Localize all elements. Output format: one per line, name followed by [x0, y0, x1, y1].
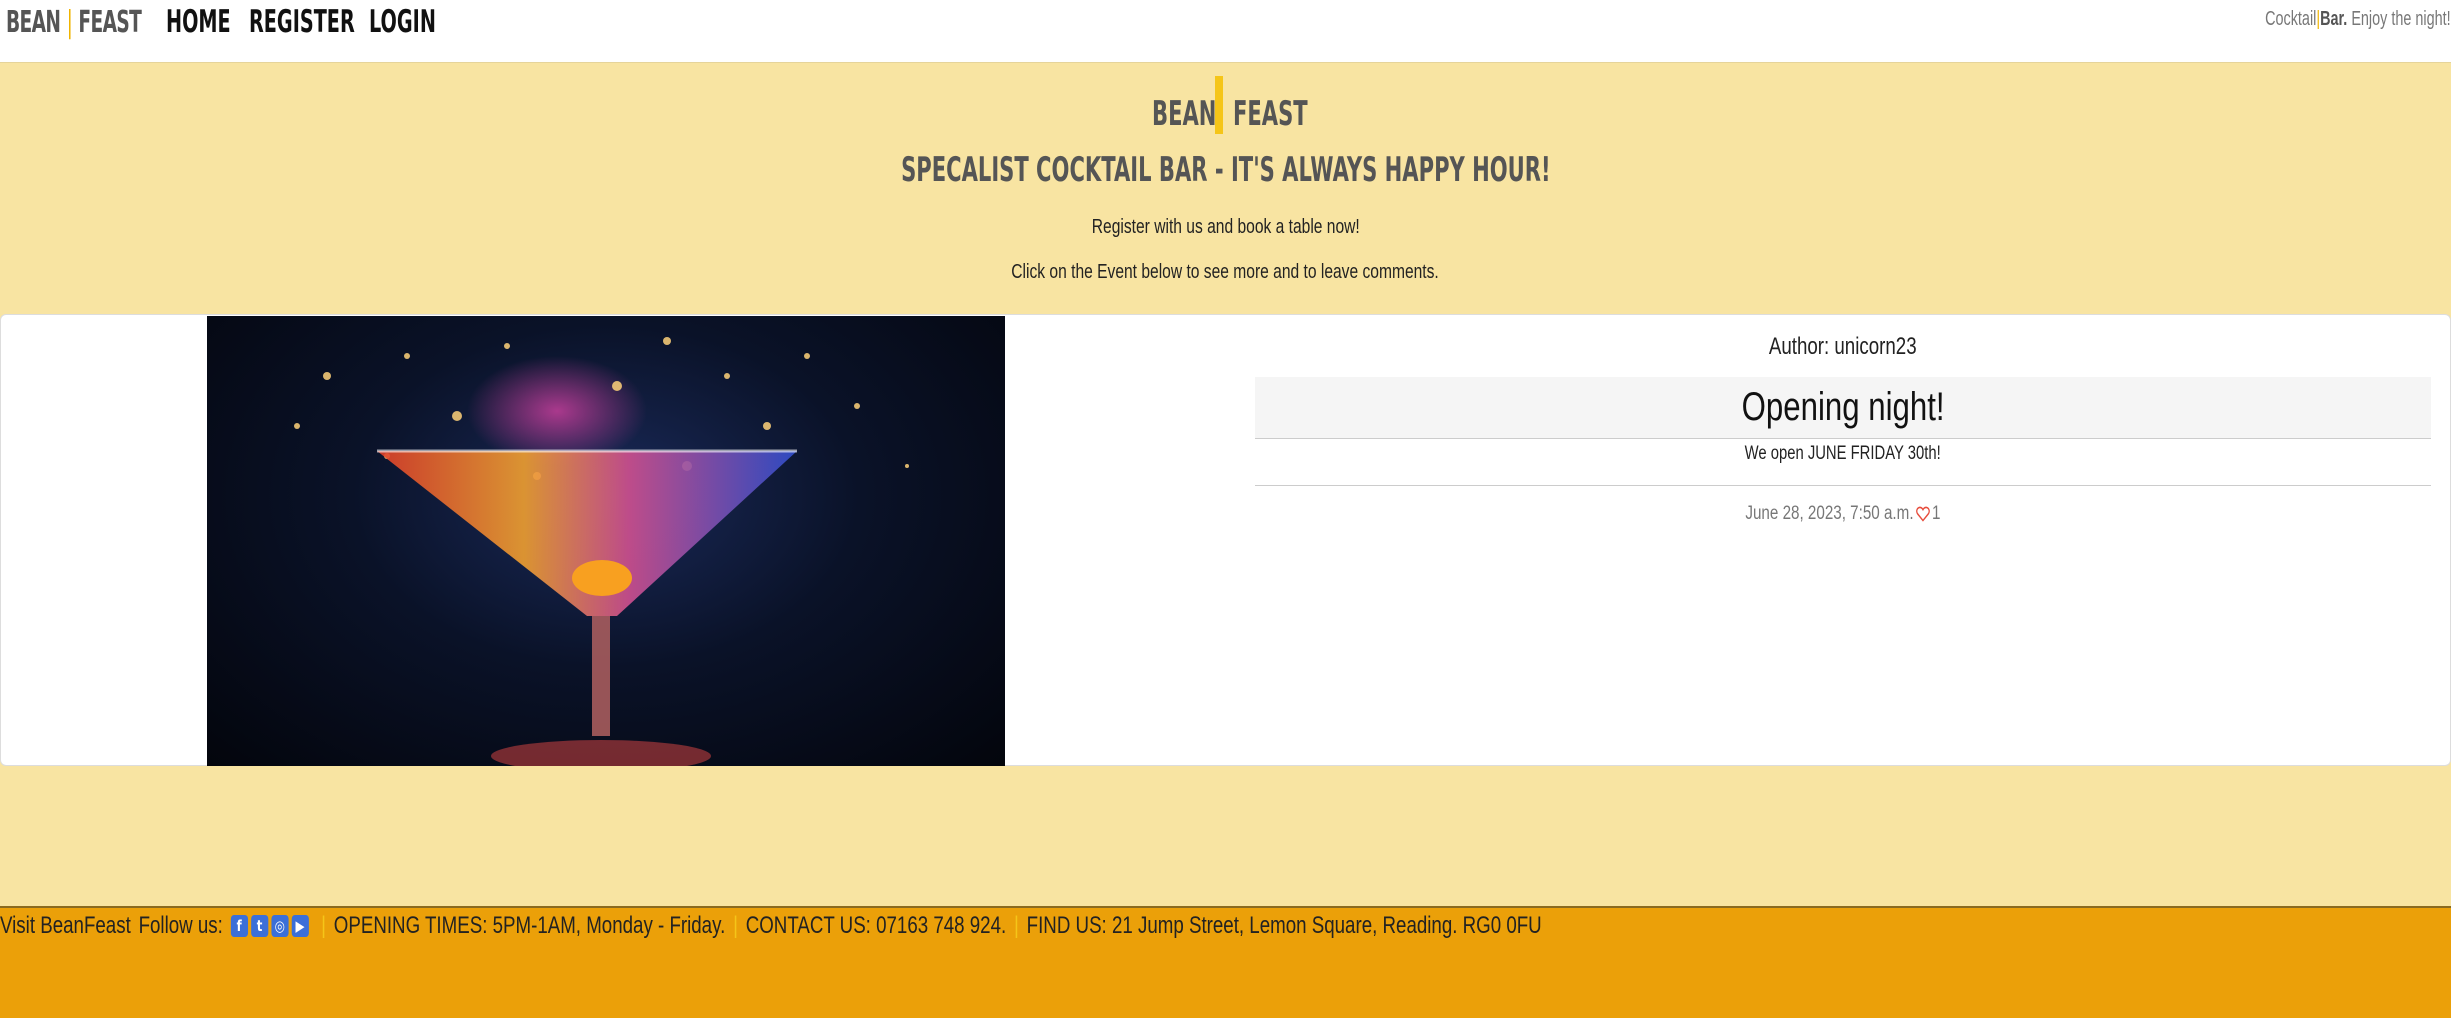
- post-excerpt: We open JUNE FRIDAY 30th!: [1255, 443, 2431, 465]
- post-likes-count: 1: [1932, 503, 1941, 524]
- twitter-icon[interactable]: t: [250, 915, 269, 937]
- hero-subtitle: SPECALIST COCKTAIL BAR - IT'S ALWAYS HAP…: [0, 150, 2451, 190]
- post-author-text: Author: unicorn23: [1769, 333, 1917, 360]
- hero-line-2: Click on the Event below to see more and…: [1011, 261, 1440, 283]
- footer-contact: CONTACT US: 07163 748 924.: [745, 912, 1007, 939]
- footer-follow: Follow us:: [138, 912, 223, 939]
- hero-brand: BEAN FEAST: [0, 76, 2451, 136]
- nav-register-link[interactable]: REGISTER: [249, 4, 355, 40]
- instagram-icon[interactable]: ◎: [271, 915, 289, 937]
- footer-address: FIND US: 21 Jump Street, Lemon Square, R…: [1026, 912, 1542, 939]
- post-title-box[interactable]: Opening night!: [1255, 377, 2431, 439]
- post-title[interactable]: Opening night!: [1742, 377, 1945, 438]
- event-card[interactable]: Author: unicorn23 Opening night! We open…: [0, 314, 2451, 766]
- brand-separator: |: [66, 4, 73, 40]
- footer-separator: |: [321, 912, 326, 939]
- post-divider: [1255, 485, 2431, 486]
- brand-left: BEAN: [6, 4, 61, 40]
- footer-opening-times: OPENING TIMES: 5PM-1AM, Monday - Friday.: [333, 912, 726, 939]
- facebook-icon[interactable]: f: [230, 915, 248, 937]
- hero-brand-right: FEAST: [1233, 94, 1308, 134]
- post-author: Author: unicorn23: [1255, 333, 2431, 361]
- post-excerpt-text: We open JUNE FRIDAY 30th!: [1744, 443, 1942, 464]
- tagline-cocktail: Cocktail: [2265, 8, 2317, 30]
- hero-line-1: Register with us and book a table now!: [1091, 216, 1360, 238]
- post-meta: June 28, 2023, 7:50 a.m. 1: [1255, 503, 2431, 525]
- post-date: June 28, 2023, 7:50 a.m.: [1745, 503, 1914, 524]
- footer-separator: |: [733, 912, 738, 939]
- brand-right: FEAST: [78, 4, 142, 40]
- hero-brand-divider: [1215, 76, 1223, 134]
- hero-brand-left: BEAN: [1152, 94, 1217, 134]
- nav-tagline: Cocktail|Bar. Enjoy the night!: [2266, 8, 2451, 31]
- hero-register-text: Register with us and book a table now!: [0, 216, 2451, 239]
- nav-login-link[interactable]: LOGIN: [369, 4, 436, 40]
- hero-instructions-text: Click on the Event below to see more and…: [0, 261, 2451, 284]
- navbar: BEAN | FEAST HOME REGISTER LOGIN Cocktai…: [0, 0, 2451, 63]
- social-links: f t ◎ ▶: [230, 915, 309, 937]
- cocktail-image[interactable]: [207, 316, 1005, 766]
- footer: Visit BeanFeast Follow us: f t ◎ ▶ | OPE…: [0, 906, 2451, 1018]
- cocktail-glass-illustration: [294, 337, 909, 766]
- footer-info-row: Visit BeanFeast Follow us: f t ◎ ▶ | OPE…: [0, 908, 1542, 944]
- tagline-bar: Bar.: [2320, 8, 2348, 30]
- brand-logo-link[interactable]: BEAN | FEAST: [6, 2, 142, 42]
- nav-home-link[interactable]: HOME: [166, 4, 231, 40]
- footer-separator: |: [1014, 912, 1019, 939]
- youtube-icon[interactable]: ▶: [291, 915, 309, 937]
- hero-subtitle-text: SPECALIST COCKTAIL BAR - IT'S ALWAYS HAP…: [900, 150, 1551, 190]
- footer-visit: Visit BeanFeast: [0, 912, 131, 939]
- heart-icon: [1916, 506, 1931, 522]
- tagline-rest: Enjoy the night!: [2347, 8, 2451, 30]
